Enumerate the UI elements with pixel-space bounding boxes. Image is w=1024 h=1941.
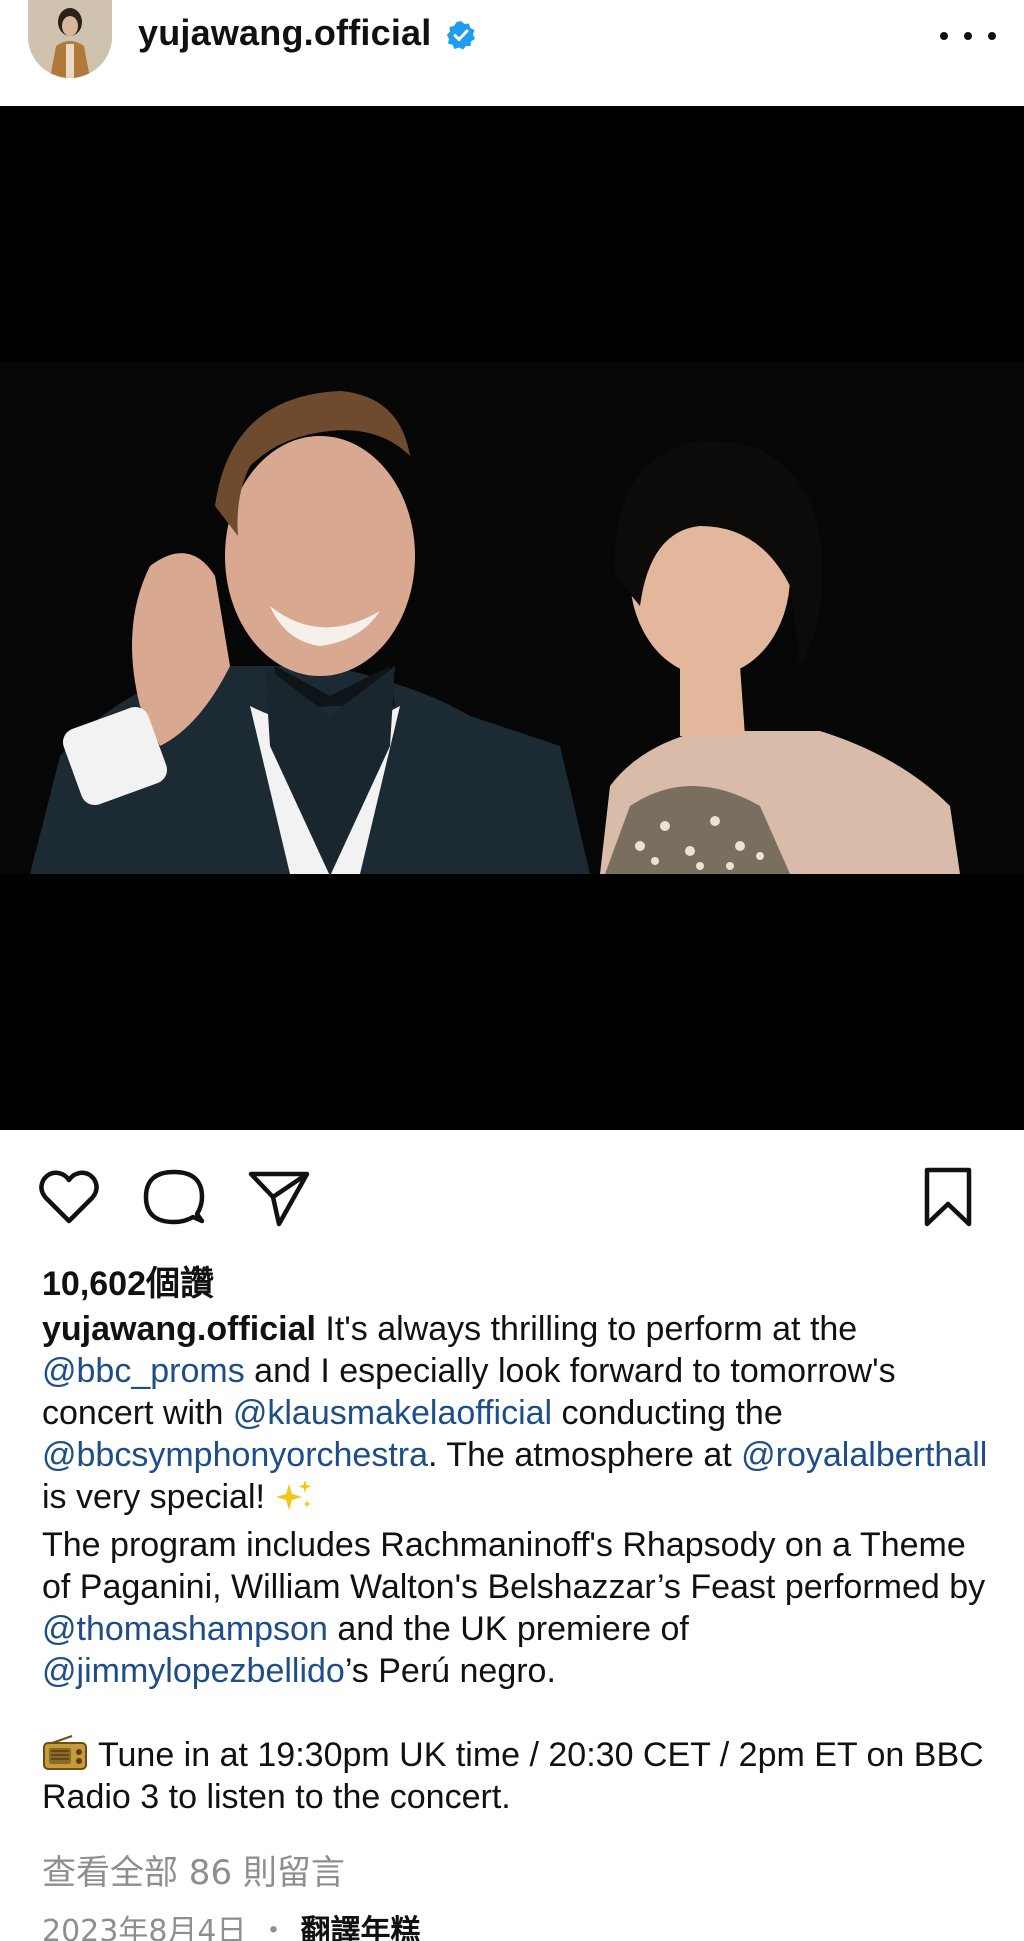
bookmark-icon[interactable] — [915, 1164, 981, 1230]
more-options-icon[interactable] — [940, 18, 996, 54]
radio-emoji-icon — [42, 1735, 88, 1771]
comment-bubble-icon[interactable] — [141, 1164, 207, 1230]
mention-link[interactable]: @thomashampson — [42, 1610, 328, 1648]
view-all-comments-link[interactable]: 查看全部 86 則留言 — [42, 1845, 345, 1894]
mention-link[interactable]: @jimmylopezbellido — [42, 1652, 345, 1690]
caption-text: is very special! — [42, 1478, 265, 1516]
likes-count[interactable]: 10,602個讚 — [42, 1256, 214, 1305]
mention-link[interactable]: @bbcsymphonyorchestra — [42, 1436, 428, 1474]
heart-icon[interactable] — [36, 1164, 102, 1230]
verified-badge-icon — [446, 20, 476, 50]
caption-text: Tune in at 19:30pm UK time / 20:30 CET /… — [42, 1736, 984, 1816]
post-date: 2023年8月4日 — [42, 1914, 247, 1941]
caption-username[interactable]: yujawang.official — [42, 1310, 316, 1348]
caption-text: and the UK premiere of — [327, 1610, 689, 1648]
post-meta: 2023年8月4日・翻譯年糕 — [42, 1906, 421, 1941]
caption-text: ’s Perú negro. — [344, 1652, 556, 1690]
paper-plane-icon[interactable] — [246, 1164, 312, 1230]
meta-separator: ・ — [258, 1914, 289, 1941]
caption-text: conducting the — [552, 1394, 783, 1432]
caption-text: . The atmosphere at — [428, 1436, 742, 1474]
post-header: yujawang.official — [0, 0, 1024, 106]
translate-link[interactable]: 翻譯年糕 — [301, 1914, 421, 1941]
caption-text: It's always thrilling to perform at the — [315, 1310, 858, 1348]
sparkles-emoji-icon — [275, 1478, 315, 1524]
mention-link[interactable]: @royalalberthall — [741, 1436, 987, 1474]
post-photo[interactable] — [0, 106, 1024, 1130]
action-bar — [0, 1130, 1024, 1260]
mention-link[interactable]: @bbc_proms — [42, 1352, 245, 1390]
profile-avatar[interactable] — [28, 0, 112, 78]
mention-link[interactable]: @klausmakelaofficial — [233, 1394, 552, 1432]
caption-text: The program includes Rachmaninoff's Rhap… — [42, 1526, 986, 1606]
post-caption: yujawang.official It's always thrilling … — [42, 1308, 1002, 1818]
header-username[interactable]: yujawang.official — [138, 12, 431, 54]
